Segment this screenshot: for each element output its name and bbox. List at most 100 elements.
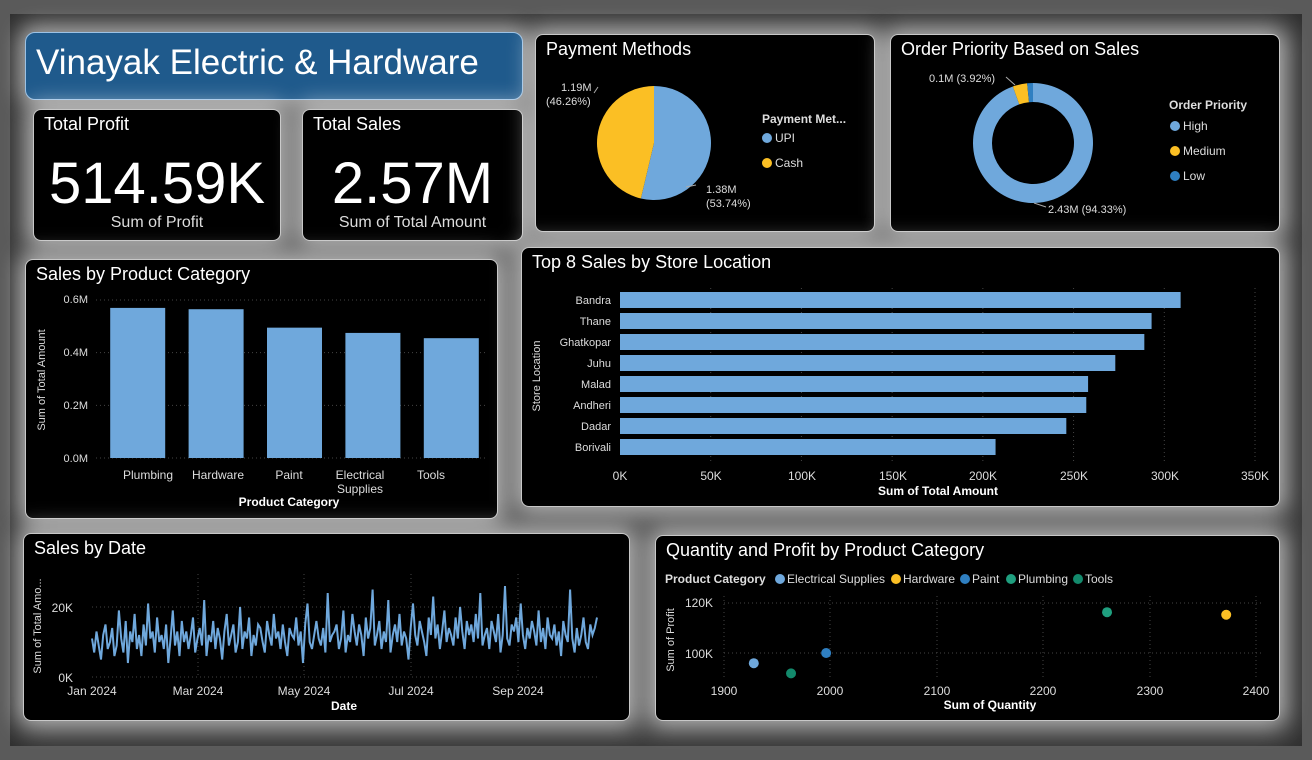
pie-label: 1.19M — [561, 82, 592, 94]
legend-dot-medium — [1170, 146, 1180, 156]
legend-item-cash[interactable]: Cash — [775, 156, 803, 170]
x-tick-label: Jul 2024 — [388, 684, 434, 698]
sales-by-date-card[interactable]: Sales by Date 20K 0K Jan 2024 Mar 2024 M… — [23, 533, 630, 721]
kpi-value: 514.59K — [48, 151, 266, 216]
x-tick-label: 2300 — [1137, 684, 1164, 698]
legend-dot-paint — [960, 574, 970, 584]
sales-line-series[interactable] — [91, 585, 598, 664]
legend-dot-cash — [762, 158, 772, 168]
legend-title: Payment Met... — [762, 112, 846, 126]
legend-item-upi[interactable]: UPI — [775, 131, 795, 145]
legend-dot-tools — [1073, 574, 1083, 584]
donut-label-medium: 0.1M (3.92%) — [929, 73, 995, 85]
y-axis-title: Sum of Total Amount — [36, 329, 48, 430]
point-plumbing[interactable] — [1102, 607, 1113, 618]
y-tick-label: 0.0M — [64, 453, 88, 465]
legend-dot-plumbing — [1006, 574, 1016, 584]
y-axis-title: Sum of Profit — [665, 608, 677, 672]
legend-item-hardware[interactable]: Hardware — [903, 572, 955, 586]
kpi-subtitle: Sum of Total Amount — [338, 214, 487, 231]
y-tick-label: Bandra — [576, 295, 612, 307]
y-tick-label: 120K — [685, 596, 713, 610]
bar-paint[interactable] — [267, 327, 322, 458]
x-tick-label: 2400 — [1243, 684, 1270, 698]
point-hardware[interactable] — [1221, 609, 1232, 620]
x-tick-label: Sep 2024 — [492, 684, 544, 698]
kpi-total-profit-card[interactable]: Total Profit 514.59K Sum of Profit — [33, 109, 281, 241]
date-line-chart: 20K 0K Jan 2024 Mar 2024 May 2024 Jul 20… — [32, 574, 598, 713]
legend-title: Order Priority — [1169, 98, 1247, 112]
bar-borivali[interactable] — [620, 439, 996, 455]
x-tick-label: 100K — [788, 469, 816, 483]
kpi-total-sales-card[interactable]: Total Sales 2.57M Sum of Total Amount — [302, 109, 523, 241]
y-axis-title: Store Location — [531, 341, 543, 412]
bar-dadar[interactable] — [620, 418, 1067, 434]
bar-electrical-supplies[interactable] — [345, 332, 401, 458]
kpi-title: Total Profit — [44, 114, 130, 134]
category-bar-chart: 0.6M 0.4M 0.2M 0.0M Plumbing Hardware Pa… — [36, 294, 488, 509]
order-priority-card[interactable]: Order Priority Based on Sales 0.1M (3.92… — [890, 34, 1280, 232]
legend-dot-upi — [762, 133, 772, 143]
x-axis-title: Sum of Quantity — [944, 698, 1037, 712]
bar-hardware[interactable] — [188, 309, 244, 458]
y-axis-title: Sum of Total Amo... — [32, 578, 44, 673]
x-tick-label: 300K — [1151, 469, 1179, 483]
bar-bandra[interactable] — [620, 292, 1181, 308]
legend-item-plumbing[interactable]: Plumbing — [1018, 572, 1068, 586]
legend-item-high[interactable]: High — [1183, 119, 1208, 133]
y-tick-label: Juhu — [587, 358, 611, 370]
y-tick-label: Dadar — [581, 421, 611, 433]
y-tick-label: Andheri — [573, 400, 611, 412]
point-electrical-supplies[interactable] — [748, 658, 759, 669]
x-tick-label: Electrical — [336, 468, 385, 482]
quantity-profit-card[interactable]: Quantity and Profit by Product Category … — [655, 535, 1280, 721]
bar-ghatkopar[interactable] — [620, 334, 1145, 350]
legend-item-paint[interactable]: Paint — [972, 572, 1000, 586]
payment-pie-svg: 1.19M (46.26%) 1.38M (53.74%) Payment Me… — [546, 82, 846, 210]
store-bar-chart: Bandra Thane Ghatkopar Juhu Malad Andheri Dada… — [531, 288, 1269, 498]
legend-item-low[interactable]: Low — [1183, 169, 1205, 183]
store-location-card[interactable]: Top 8 Sales by Store Location Bandra Than… — [521, 247, 1280, 507]
point-paint[interactable] — [821, 648, 832, 658]
kpi-title: Total Sales — [313, 114, 402, 134]
bar-thane[interactable] — [620, 313, 1152, 329]
pie-label: (46.26%) — [546, 96, 591, 108]
legend-item-electrical[interactable]: Electrical Supplies — [787, 572, 885, 586]
point-tools[interactable] — [786, 668, 797, 679]
x-tick-label: May 2024 — [278, 684, 331, 698]
bar-juhu[interactable] — [620, 355, 1116, 371]
bar-malad[interactable] — [620, 376, 1089, 392]
pie-label: (53.74%) — [706, 198, 751, 210]
bar-plumbing[interactable] — [110, 307, 166, 458]
kpi-value: 2.57M — [331, 151, 494, 216]
donut-label-high: 2.43M (94.33%) — [1048, 204, 1126, 216]
legend-dot-high — [1170, 121, 1180, 131]
payment-methods-card[interactable]: Payment Methods 1.19M (46.26%) 1.38M (53… — [535, 34, 875, 232]
bar-tools[interactable] — [423, 338, 479, 458]
x-axis-title: Date — [331, 699, 357, 713]
x-axis-title: Product Category — [239, 495, 340, 509]
dashboard-title-banner: Vinayak Electric & Hardware — [25, 32, 523, 100]
y-tick-label: 0.4M — [64, 347, 88, 359]
bar-andheri[interactable] — [620, 397, 1087, 413]
y-tick-label: 0.6M — [64, 294, 88, 306]
x-tick-label: Supplies — [337, 482, 383, 496]
legend-item-medium[interactable]: Medium — [1183, 144, 1226, 158]
y-tick-label: Borivali — [575, 442, 611, 454]
x-tick-label: 150K — [879, 469, 907, 483]
sales-by-category-card[interactable]: Sales by Product Category 0.6M 0.4M 0.2M… — [25, 259, 498, 519]
y-tick-label: 100K — [685, 647, 713, 661]
x-tick-label: 200K — [969, 469, 997, 483]
y-tick-label: Malad — [581, 379, 611, 391]
x-tick-label: Jan 2024 — [67, 684, 117, 698]
x-tick-label: Paint — [275, 468, 303, 482]
x-tick-label: 250K — [1060, 469, 1088, 483]
y-tick-label: Thane — [580, 316, 611, 328]
x-tick-label: 2000 — [817, 684, 844, 698]
y-tick-label: Ghatkopar — [560, 337, 612, 349]
x-tick-label: Hardware — [192, 468, 244, 482]
legend-title: Product Category — [665, 572, 766, 586]
dashboard-title: Vinayak Electric & Hardware — [36, 43, 479, 82]
x-tick-label: 0K — [613, 469, 628, 483]
legend-item-tools[interactable]: Tools — [1085, 572, 1113, 586]
